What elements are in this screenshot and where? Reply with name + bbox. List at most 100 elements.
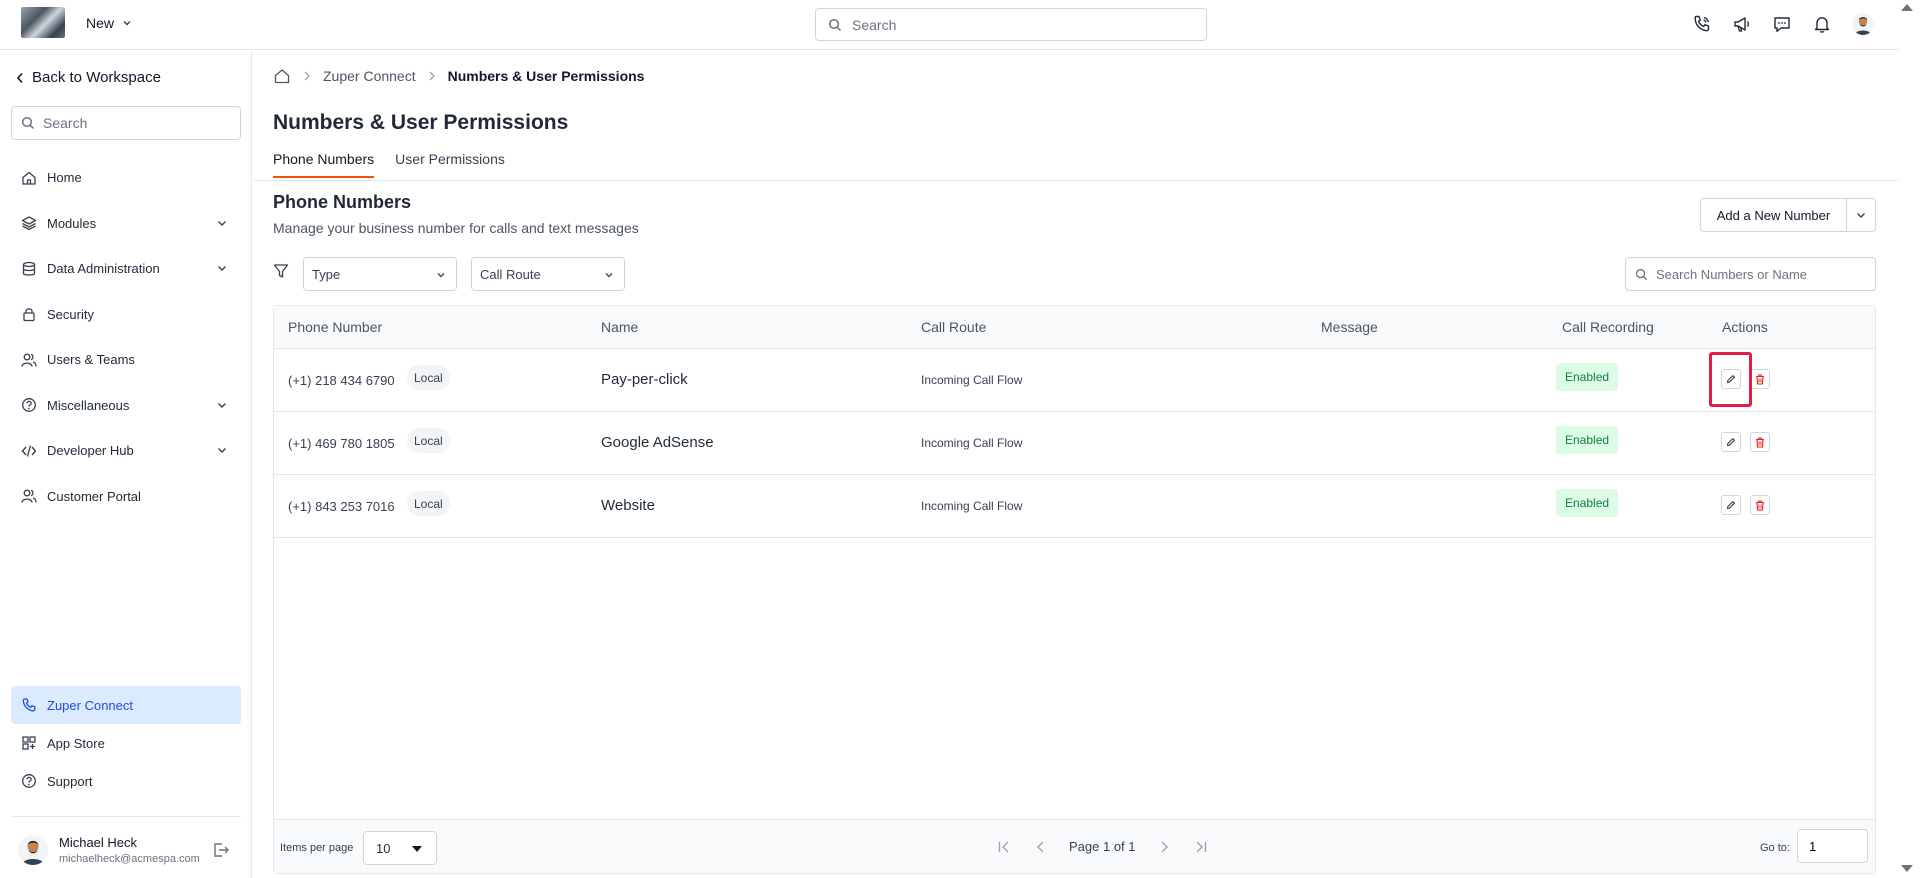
column-header-actions: Actions [1722,319,1768,335]
home-icon[interactable] [273,67,291,85]
number-type-badge: Local [407,365,450,390]
trash-icon [1755,499,1765,511]
sidebar-search[interactable] [11,106,241,140]
scroll-up-arrow-icon[interactable] [1900,2,1914,12]
sidebar-item-users-teams[interactable]: Users & Teams [11,337,241,383]
column-header-phone-number: Phone Number [288,319,383,335]
sidebar-item-data-administration[interactable]: Data Administration [11,246,241,292]
sidebar-item-miscellaneous[interactable]: Miscellaneous [11,383,241,429]
logout-icon[interactable] [212,841,230,859]
tab-user-permissions[interactable]: User Permissions [395,151,505,178]
filter-icon[interactable] [273,263,289,279]
section-title: Phone Numbers [273,192,412,212]
users-icon [21,352,37,368]
column-header-message: Message [1321,319,1378,335]
new-button[interactable]: New [86,15,132,31]
sidebar-item-label: Security [47,306,94,322]
top-icons [1692,13,1874,35]
first-page-icon[interactable] [997,840,1013,854]
add-new-number-button[interactable]: Add a New Number [1700,198,1847,232]
number-search[interactable] [1625,257,1876,291]
help-circle-icon [21,773,37,789]
sidebar-search-input[interactable] [43,115,233,131]
number-search-input[interactable] [1656,266,1866,282]
sidebar-divider [11,816,241,817]
type-filter-select[interactable]: Type [303,257,457,291]
chat-icon[interactable] [1772,13,1792,35]
chevron-right-icon [428,70,436,82]
edit-button[interactable] [1721,369,1741,389]
company-logo[interactable] [21,7,65,38]
breadcrumb-zuper-connect[interactable]: Zuper Connect [323,68,416,84]
megaphone-icon[interactable] [1732,13,1752,35]
phone-call-icon[interactable] [1692,13,1712,35]
chevron-left-icon [16,72,24,84]
call-route-cell[interactable]: Incoming Call Flow [921,499,1022,513]
user-avatar[interactable] [1852,13,1874,35]
back-to-workspace-label: Back to Workspace [32,69,161,86]
bell-icon[interactable] [1812,13,1832,35]
sidebar-item-label: Users & Teams [47,352,135,368]
search-icon [21,116,35,130]
column-header-call-recording: Call Recording [1562,319,1654,335]
lock-icon [21,306,37,322]
breadcrumb: Zuper Connect Numbers & User Permissions [273,67,644,85]
delete-button[interactable] [1750,369,1770,389]
sidebar-item-label: Modules [47,215,97,231]
table-footer: Items per page 10 Page 1 of 1 Go to: [274,819,1875,873]
sidebar-item-support[interactable]: Support [11,762,241,800]
trash-icon [1755,373,1765,385]
previous-page-icon[interactable] [1035,840,1047,854]
sidebar-item-zuper-connect[interactable]: Zuper Connect [11,686,241,724]
global-search-input[interactable] [852,16,1172,33]
user-email: michaelheck@acmespa.com [59,853,200,865]
table-row[interactable]: (+1) 469 780 1805 Local Google AdSense I… [274,412,1875,475]
edit-button[interactable] [1721,495,1741,515]
go-to-label: Go to: [1760,842,1790,854]
sidebar-item-app-store[interactable]: App Store [11,724,241,762]
items-per-page-select[interactable]: 10 [363,831,437,865]
sidebar-item-label: Support [47,773,93,789]
search-icon [1635,268,1648,281]
sidebar-item-developer-hub[interactable]: Developer Hub [11,428,241,474]
table-row[interactable]: (+1) 218 434 6790 Local Pay-per-click In… [274,349,1875,412]
chevron-down-icon [216,262,228,274]
pencil-icon [1726,437,1736,447]
last-page-icon[interactable] [1192,840,1208,854]
go-to-page-input[interactable] [1797,829,1868,863]
sidebar-item-security[interactable]: Security [11,292,241,338]
delete-button[interactable] [1750,495,1770,515]
avatar [18,835,48,865]
table-row[interactable]: (+1) 843 253 7016 Local Website Incoming… [274,475,1875,538]
delete-button[interactable] [1750,432,1770,452]
call-route-filter-label: Call Route [480,266,541,282]
call-route-filter-select[interactable]: Call Route [471,257,625,291]
type-filter-label: Type [312,266,341,282]
user-profile[interactable]: Michael Heck michaelheck@acmespa.com [14,832,244,872]
edit-button[interactable] [1721,432,1741,452]
page-scrollbar[interactable] [1898,0,1920,878]
help-circle-icon [21,397,37,413]
tab-phone-numbers[interactable]: Phone Numbers [273,151,375,178]
scroll-down-arrow-icon[interactable] [1900,864,1914,874]
sidebar-item-label: Customer Portal [47,488,141,504]
breadcrumb-current: Numbers & User Permissions [447,68,645,84]
phone-numbers-table: Phone Number Name Call Route Message Cal… [273,305,1876,874]
sidebar-item-customer-portal[interactable]: Customer Portal [11,474,241,520]
chevron-down-icon [216,217,228,229]
sidebar-item-home[interactable]: Home [11,155,241,201]
back-to-workspace-link[interactable]: Back to Workspace [16,69,161,86]
tab-divider [253,180,1898,181]
chevron-down-icon [436,270,446,280]
call-route-cell[interactable]: Incoming Call Flow [921,436,1022,450]
pencil-icon [1726,374,1736,384]
add-number-dropdown-button[interactable] [1846,198,1876,232]
page-title: Numbers & User Permissions [273,111,569,134]
sidebar-item-modules[interactable]: Modules [11,201,241,247]
sidebar-bottom-nav: Zuper Connect App Store Support [11,686,241,800]
chevron-down-icon [216,444,228,456]
global-search[interactable] [815,8,1207,41]
next-page-icon[interactable] [1158,840,1170,854]
call-route-cell[interactable]: Incoming Call Flow [921,373,1022,387]
tab-bar: Phone Numbers User Permissions [273,151,505,178]
